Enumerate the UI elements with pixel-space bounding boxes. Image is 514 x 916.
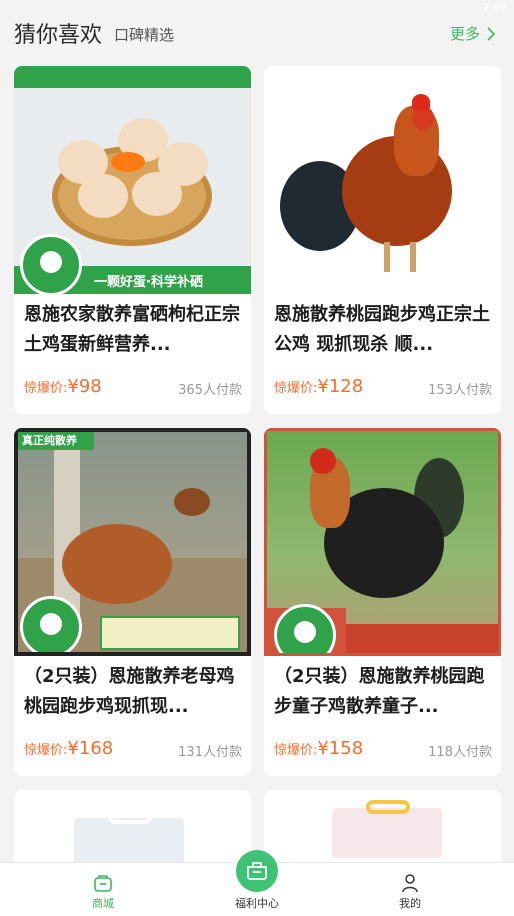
chevron-right-icon xyxy=(487,26,496,41)
section-subtitle: 口碑精选 xyxy=(114,26,175,44)
egg-banner-text: 一颗好蛋·科学补硒 xyxy=(94,275,203,290)
product-sold: 365人付款 xyxy=(178,383,242,398)
product-card[interactable]: 恩施散养桃园跑步鸡正宗土公鸡 现抓现杀 顺... 惊爆价:¥128 153人付款 xyxy=(264,66,501,414)
tab-label: 商城 xyxy=(92,897,114,910)
more-link[interactable]: 更多 xyxy=(450,23,496,44)
product-price: 惊爆价:¥158 xyxy=(274,738,364,759)
product-sold: 153人付款 xyxy=(428,383,492,398)
product-card[interactable] xyxy=(264,790,501,870)
product-card[interactable]: 一颗好蛋·科学补硒 恩施农家散养富硒枸杞正宗土鸡蛋新鲜营养... 惊爆价:¥98… xyxy=(14,66,251,414)
user-icon xyxy=(402,874,418,893)
product-image-package xyxy=(74,810,184,868)
product-price: 惊爆价:¥168 xyxy=(24,738,114,759)
product-image-hen: 真正纯散养 xyxy=(14,428,251,656)
gift-box-icon xyxy=(247,862,267,880)
tab-label: 福利中心 xyxy=(235,897,279,910)
product-image-package xyxy=(332,800,442,858)
product-image-rooster-orchard xyxy=(264,428,501,656)
welfare-center-button[interactable] xyxy=(236,850,278,892)
header: 猜你喜欢 口碑精选 更多 2:09 xyxy=(0,0,514,58)
product-name: （2只装）恩施散养桃园跑步童子鸡散养童子... xyxy=(274,666,485,717)
product-price: 惊爆价:¥128 xyxy=(274,376,364,397)
product-card[interactable] xyxy=(14,790,251,870)
tab-mall[interactable]: 商城 xyxy=(58,863,148,916)
product-name: 恩施农家散养富硒枸杞正宗土鸡蛋新鲜营养... xyxy=(24,304,240,355)
product-card[interactable]: （2只装）恩施散养桃园跑步童子鸡散养童子... 惊爆价:¥158 118人付款 xyxy=(264,428,501,776)
tab-mine[interactable]: 我的 xyxy=(365,863,455,916)
tab-label: 我的 xyxy=(399,897,421,910)
product-image-eggs: 一颗好蛋·科学补硒 xyxy=(14,66,251,294)
shop-bag-icon xyxy=(94,875,112,892)
product-card[interactable]: 真正纯散养 （2只装）恩施散养老母鸡桃园跑步鸡现抓现... 惊爆价:¥168 1… xyxy=(14,428,251,776)
section-title: 猜你喜欢 xyxy=(14,23,103,48)
more-label: 更多 xyxy=(449,25,480,43)
status-time: 2:09 xyxy=(483,2,506,13)
product-image-rooster xyxy=(264,66,501,294)
product-price: 惊爆价:¥98 xyxy=(24,376,102,397)
product-name: （2只装）恩施散养老母鸡桃园跑步鸡现抓现... xyxy=(24,666,235,717)
product-name: 恩施散养桃园跑步鸡正宗土公鸡 现抓现杀 顺... xyxy=(274,304,490,355)
brand-logo-icon xyxy=(20,234,82,294)
product-sold: 118人付款 xyxy=(428,745,492,760)
product-sold: 131人付款 xyxy=(178,745,242,760)
